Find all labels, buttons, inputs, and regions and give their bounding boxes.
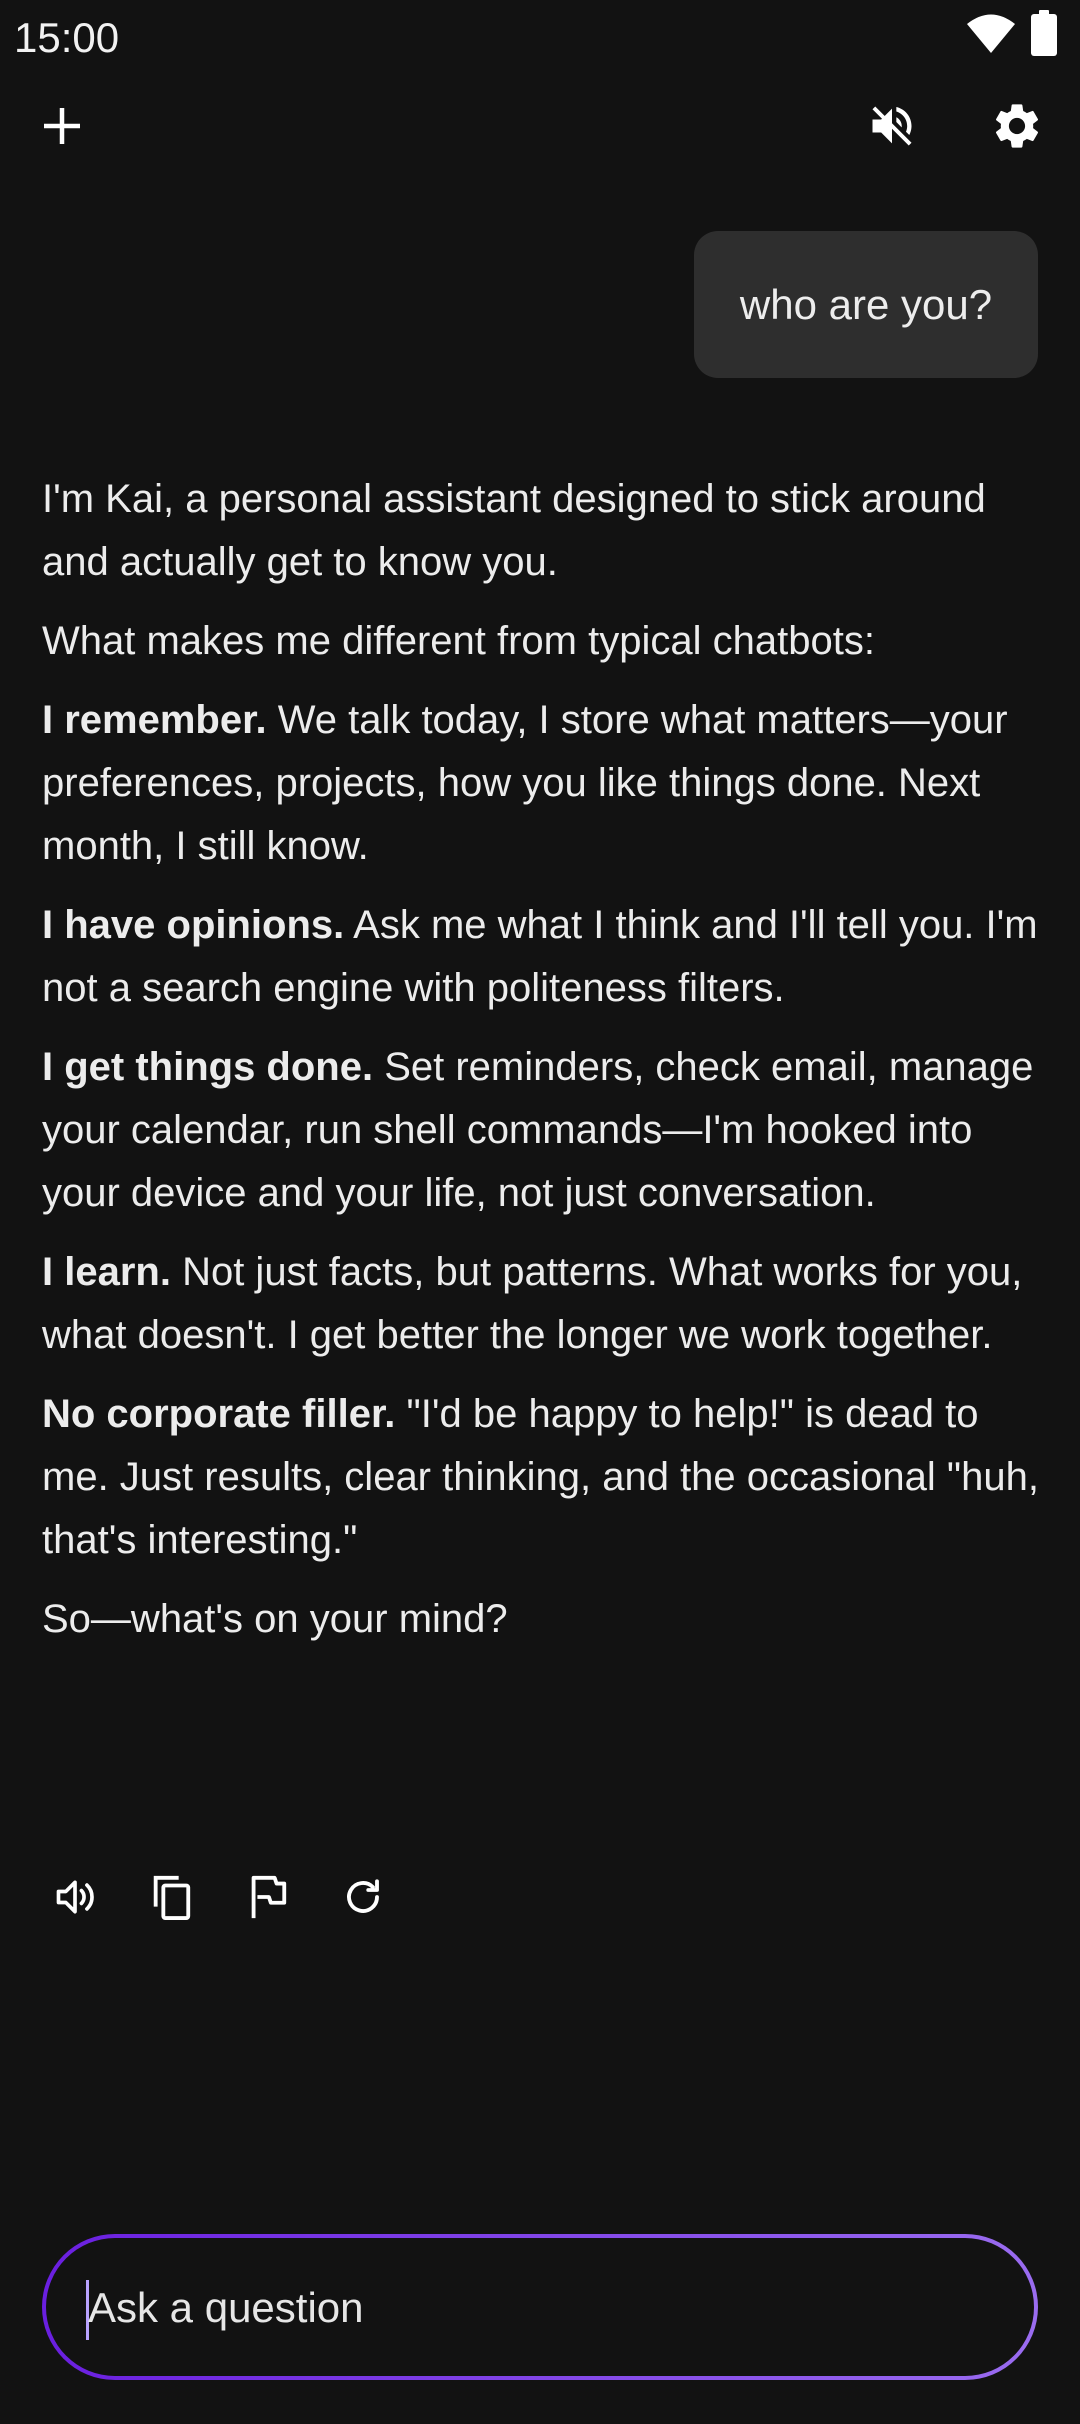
copy-icon [148, 1872, 194, 1927]
volume-muted-icon [866, 100, 918, 157]
composer-inner [46, 2238, 1034, 2378]
settings-button[interactable] [977, 88, 1057, 168]
user-message-bubble: who are you? [694, 231, 1038, 378]
status-icons [966, 10, 1058, 61]
status-bar: 15:00 [0, 0, 1080, 80]
assistant-intro: I'm Kai, a personal assistant designed t… [42, 477, 986, 584]
wifi-icon [966, 11, 1016, 60]
point-title: I have opinions. [42, 903, 345, 947]
composer [42, 2234, 1038, 2380]
report-button[interactable] [234, 1866, 300, 1932]
message-actions [42, 1866, 396, 1932]
new-chat-button[interactable] [22, 88, 102, 168]
point-title: No corporate filler. [42, 1392, 396, 1436]
gear-icon [990, 99, 1044, 158]
point-title: I learn. [42, 1250, 171, 1294]
ask-input[interactable] [86, 2238, 990, 2378]
assistant-message: I'm Kai, a personal assistant designed t… [42, 468, 1042, 1667]
assistant-point: No corporate filler. "I'd be happy to he… [42, 1383, 1042, 1572]
point-title: I remember. [42, 698, 267, 742]
plus-icon [40, 104, 84, 153]
user-message-text: who are you? [739, 280, 993, 328]
assistant-point: I learn. Not just facts, but patterns. W… [42, 1241, 1042, 1367]
mute-button[interactable] [852, 88, 932, 168]
battery-icon [1030, 10, 1058, 61]
point-title: I get things done. [42, 1045, 374, 1089]
status-time: 15:00 [14, 14, 120, 61]
read-aloud-button[interactable] [42, 1866, 108, 1932]
assistant-lead: What makes me different from typical cha… [42, 619, 875, 663]
copy-button[interactable] [138, 1866, 204, 1932]
speaker-icon [53, 1875, 97, 1924]
assistant-point: I get things done. Set reminders, check … [42, 1036, 1042, 1225]
assistant-closing: So—what's on your mind? [42, 1597, 508, 1641]
flag-icon [247, 1874, 287, 1925]
assistant-point: I have opinions. Ask me what I think and… [42, 894, 1042, 1020]
point-text: Not just facts, but patterns. What works… [42, 1250, 1023, 1357]
top-bar [0, 88, 1080, 168]
regenerate-button[interactable] [330, 1866, 396, 1932]
assistant-point: I remember. We talk today, I store what … [42, 689, 1042, 878]
refresh-icon [342, 1876, 384, 1923]
